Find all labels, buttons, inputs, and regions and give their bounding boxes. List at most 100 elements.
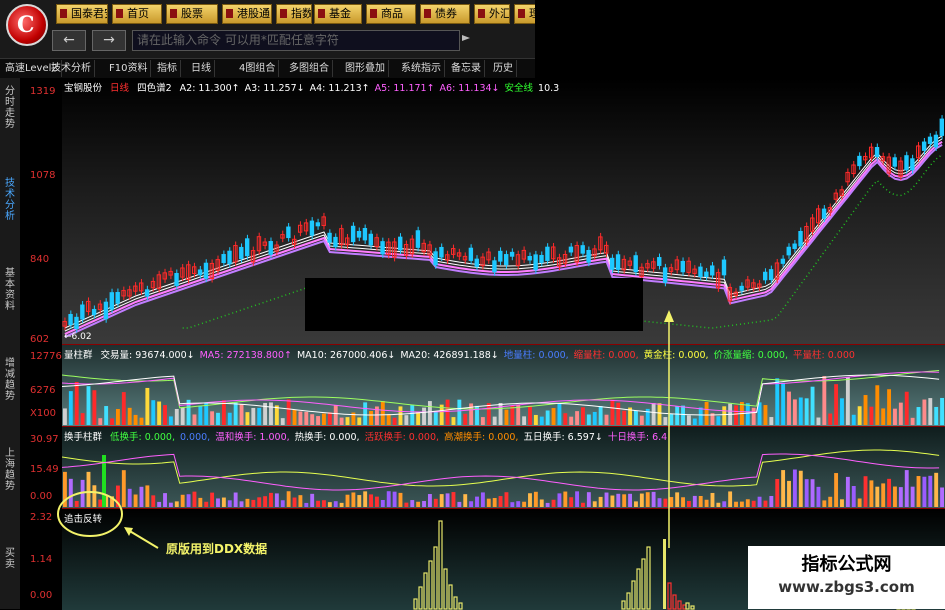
arrow-left-icon[interactable]: ←	[52, 30, 86, 51]
volume-bar	[769, 417, 774, 425]
signal-bar	[448, 584, 453, 610]
volume-bar	[292, 409, 297, 425]
app-logo[interactable]: C	[6, 4, 48, 46]
turnover-bar	[551, 499, 556, 507]
command-input[interactable]: 请在此输入命令 可以用*匹配任意字符	[132, 30, 460, 51]
volume-bar	[427, 401, 432, 425]
turnover-indicator-value: 十日换手: 6.4	[607, 432, 668, 443]
turnover-bar	[227, 500, 232, 507]
volume-indicator-value: 黄金柱: 0.000,	[643, 350, 709, 361]
turnover-bar	[775, 479, 780, 507]
signal-bar	[433, 546, 438, 610]
turnover-bar	[739, 501, 744, 507]
candlestick	[710, 265, 715, 276]
volume-bar	[269, 402, 273, 425]
turnover-bar	[504, 492, 509, 507]
candlestick	[268, 241, 273, 255]
volume-bar	[887, 389, 892, 425]
volume-bar	[145, 387, 150, 425]
turnover-indicator-value: 0.000,	[179, 432, 211, 443]
menu-item[interactable]: 首页	[112, 4, 162, 24]
turnover-bar	[480, 492, 485, 507]
turnover-bar	[522, 501, 527, 507]
turnover-bar	[310, 493, 315, 507]
candlestick	[763, 271, 768, 281]
volume-pane[interactable]: 量柱群 交易量: 93674.000↓ MA5: 272138.800↑ MA10:…	[62, 344, 945, 427]
turnover-bar	[722, 501, 727, 507]
left-tab[interactable]: 增减趋势	[2, 358, 18, 402]
turnover-bar	[210, 492, 215, 507]
turnover-bar	[245, 498, 250, 507]
toolbar-item[interactable]: 技术分析	[48, 60, 95, 77]
toolbar-item[interactable]: 图形叠加	[342, 60, 389, 77]
volume-bar	[339, 417, 344, 425]
volume-bar	[592, 411, 597, 425]
candlestick	[498, 250, 503, 262]
volume-bar	[622, 410, 627, 425]
volume-bar	[233, 402, 238, 425]
volume-bar	[639, 415, 644, 425]
left-tab[interactable]: 上海趋势	[2, 448, 18, 492]
toolbar-item[interactable]: 历史	[490, 60, 517, 77]
left-tab[interactable]: 技术分析	[2, 178, 18, 222]
toolbar-item[interactable]: 4图组合	[236, 60, 280, 77]
signal-bar	[428, 560, 433, 610]
menu-item[interactable]: 债券	[420, 4, 470, 24]
turnover-bar	[386, 491, 391, 507]
candlestick	[350, 225, 356, 243]
toolbar-item[interactable]: 指标	[154, 60, 181, 77]
menu-item[interactable]: 基金	[314, 4, 362, 24]
menu-item[interactable]: 理	[514, 4, 536, 24]
volume-bar	[286, 399, 291, 425]
menu-item[interactable]: 股票	[166, 4, 218, 24]
arrow-right-icon[interactable]: →	[92, 30, 126, 51]
turnover-bar	[545, 502, 550, 507]
volume-bar	[216, 412, 220, 425]
turnover-bar	[704, 499, 709, 507]
turnover-bar	[710, 492, 715, 507]
turnover-bar	[451, 492, 456, 507]
volume-bar	[816, 417, 821, 425]
volume-bar	[174, 408, 179, 425]
candlestick	[504, 254, 509, 266]
turnover-bar	[810, 479, 815, 507]
menu-item[interactable]: 港股通	[222, 4, 272, 24]
volume-bar	[934, 406, 939, 425]
turnover-bar	[404, 502, 409, 507]
left-tab[interactable]: 分时走势	[2, 86, 18, 130]
toolbar-item[interactable]: 多图组合	[286, 60, 333, 77]
toolbar-item[interactable]: 日线	[188, 60, 215, 77]
menu-item[interactable]: 指数	[276, 4, 312, 24]
volume-bar	[151, 400, 156, 425]
dropdown-caret-icon[interactable]	[462, 32, 470, 44]
turnover-pane[interactable]: 换手柱群 低换手: 0.000, 0.000, 温和换手: 1.000, 热换手: 0…	[62, 426, 945, 509]
candlestick	[921, 141, 927, 151]
turnover-indicator-value: 活跃换手: 0.000,	[364, 432, 440, 443]
candlestick	[609, 257, 615, 270]
volume-bar	[416, 411, 421, 425]
signal-bar	[663, 539, 666, 609]
price-axis-label: 1319	[30, 86, 56, 97]
candlestick	[356, 230, 362, 238]
toolbar-item[interactable]: F10资料	[106, 60, 152, 77]
turnover-bar	[863, 476, 868, 507]
turnover-bar	[292, 497, 297, 507]
turnover-bar	[98, 499, 103, 507]
toolbar-item[interactable]: 备忘录	[448, 60, 485, 77]
volume-bar	[940, 397, 944, 425]
volume-bar	[239, 403, 244, 425]
menu-item[interactable]: 外汇	[474, 4, 510, 24]
turnover-bar	[528, 493, 532, 507]
left-tab[interactable]: 买卖	[2, 548, 18, 570]
candlestick	[380, 241, 385, 255]
toolbar-item[interactable]: 系统指示	[398, 60, 445, 77]
candlestick	[821, 208, 827, 219]
candlestick	[780, 258, 786, 264]
turnover-bar	[110, 496, 114, 507]
left-tab[interactable]: 基本资料	[2, 268, 18, 312]
turnover-bar	[675, 492, 680, 507]
menu-item[interactable]: 国泰君安	[56, 4, 108, 24]
volume-bar	[98, 418, 103, 425]
menu-item[interactable]: 商品	[366, 4, 416, 24]
volume-bar	[327, 412, 332, 425]
